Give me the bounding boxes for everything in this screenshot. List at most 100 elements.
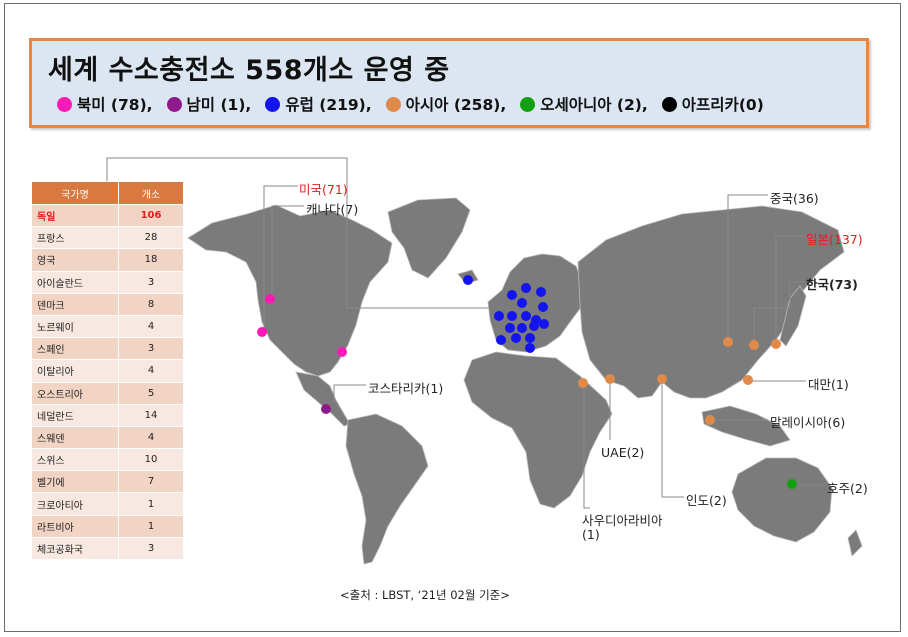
asia-dot [578, 378, 588, 388]
europe-dot [536, 287, 546, 297]
station-count: 3 [118, 536, 184, 561]
table-row: 라트비아 1 [31, 514, 184, 538]
india-label: 인도(2) [686, 493, 727, 508]
table-row: 프랑스 28 [31, 226, 184, 250]
country-name: 스페인 [31, 337, 119, 361]
europe-dot [538, 302, 548, 312]
table-row: 영국 18 [31, 248, 184, 272]
europe-dot [539, 319, 549, 329]
station-count: 18 [118, 248, 184, 272]
asia-dot [771, 339, 781, 349]
station-count: 1 [118, 492, 184, 516]
europe-dot [517, 298, 527, 308]
source-note: <출처 : LBST, ‘21년 02월 기준> [340, 588, 510, 602]
table-row: 독일 106 [31, 203, 184, 228]
country-name: 네덜란드 [31, 403, 119, 427]
asia-dot [743, 375, 753, 385]
oceania-dot [787, 479, 797, 489]
table-row: 이탈리아 4 [31, 359, 184, 383]
europe-dot [494, 311, 504, 321]
asia-dot [749, 340, 759, 350]
station-count: 4 [118, 314, 184, 339]
central-america-landmass [295, 371, 351, 427]
europe-dot [496, 335, 506, 345]
europe-dot [507, 290, 517, 300]
country-name: 덴마크 [31, 292, 119, 316]
north-america-dot [337, 347, 347, 357]
table-row: 오스트리아 5 [31, 381, 184, 405]
country-name: 오스트리아 [31, 381, 119, 405]
country-name: 노르웨이 [31, 314, 119, 339]
table-row: 스웨덴 4 [31, 425, 184, 450]
country-name: 라트비아 [31, 514, 119, 538]
korea-label: 한국(73) [806, 277, 858, 292]
table-row: 스페인 3 [31, 337, 184, 361]
europe-dot [511, 333, 521, 343]
greenland-landmass [387, 197, 471, 279]
europe-dot [521, 311, 531, 321]
station-count: 1 [118, 514, 184, 538]
country-name: 이탈리아 [31, 359, 119, 383]
country-name: 영국 [31, 248, 119, 272]
table-header-row: 국가명 개소 [31, 181, 184, 205]
station-count: 3 [118, 337, 184, 361]
table-row: 크로아티아 1 [31, 492, 184, 516]
australia-landmass [731, 457, 833, 543]
country-name: 독일 [31, 203, 119, 228]
table-row: 노르웨이 4 [31, 314, 184, 339]
uae-label: UAE(2) [601, 445, 645, 460]
station-count: 28 [118, 226, 184, 250]
station-count: 10 [118, 448, 184, 472]
station-count: 4 [118, 359, 184, 383]
europe-dot [525, 343, 535, 353]
station-count: 4 [118, 425, 184, 450]
station-count: 14 [118, 403, 184, 427]
malaysia-label: 말레이시아(6) [770, 415, 846, 430]
africa-landmass [463, 351, 613, 509]
country-name: 크로아티아 [31, 492, 119, 516]
column-header-count: 개소 [118, 181, 184, 205]
table-row: 벨기에 7 [31, 470, 184, 494]
north-america-landmass [187, 204, 393, 377]
europe-dot [507, 311, 517, 321]
costa-rica-label: 코스타리카(1) [368, 381, 444, 396]
table-row: 아이슬란드 3 [31, 270, 184, 294]
europe-dot [529, 321, 539, 331]
table-row: 네덜란드 14 [31, 403, 184, 427]
europe-dot [517, 323, 527, 333]
china-label: 중국(36) [770, 191, 819, 206]
station-count: 3 [118, 270, 184, 294]
north-america-dot [265, 294, 275, 304]
europe-dot [505, 323, 515, 333]
station-count: 8 [118, 292, 184, 316]
country-name: 아이슬란드 [31, 270, 119, 294]
europe-dot [525, 333, 535, 343]
country-name: 벨기에 [31, 470, 119, 494]
table-row: 스위스 10 [31, 448, 184, 472]
asia-dot [705, 415, 715, 425]
australia-label: 호주(2) [827, 481, 868, 496]
country-name: 프랑스 [31, 226, 119, 250]
asia-dot [605, 374, 615, 384]
station-count: 7 [118, 470, 184, 494]
table-row: 덴마크 8 [31, 292, 184, 316]
station-count: 106 [118, 203, 184, 228]
india-leader-line [661, 380, 684, 498]
europe-dot [463, 275, 473, 285]
asia-dot [723, 337, 733, 347]
japan-label: 일본(137) [806, 232, 863, 247]
column-header-country: 국가명 [31, 181, 119, 205]
country-name: 스위스 [31, 448, 119, 472]
station-count: 5 [118, 381, 184, 405]
south-america-dot [321, 404, 331, 414]
table-row: 체코공화국 3 [31, 536, 184, 561]
europe-dot [521, 283, 531, 293]
costa-rica-leader-line [333, 384, 366, 402]
taiwan-label: 대만(1) [808, 377, 849, 392]
country-name: 스웨덴 [31, 425, 119, 450]
asia-dot [657, 374, 667, 384]
north-america-dot [257, 327, 267, 337]
south-america-landmass [345, 413, 429, 565]
country-station-table: 국가명 개소 독일 106 프랑스 28 영국 18 아이슬란드 3 덴마크 8 노르웨이… [31, 181, 184, 561]
new-zealand-landmass [847, 529, 863, 557]
